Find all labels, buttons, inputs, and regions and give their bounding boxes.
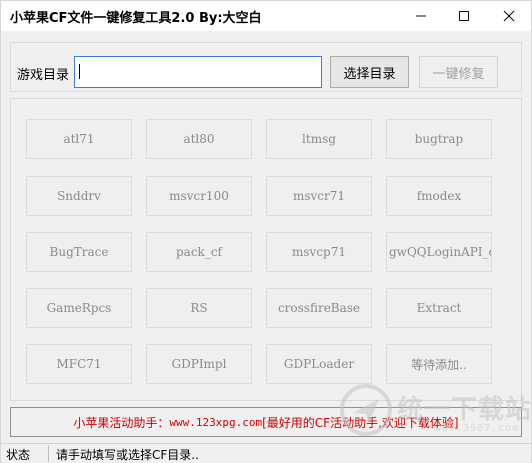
tools-group: atl71 atl80 ltmsg bugtrap Snddrv msvcr10… — [10, 98, 522, 401]
tool-button-atl80[interactable]: atl80 — [146, 119, 252, 159]
tool-button-msvcr100[interactable]: msvcr100 — [146, 176, 252, 216]
watermark-text: 统一下载站 — [397, 395, 532, 425]
tool-button-rs[interactable]: RS — [146, 288, 252, 328]
tool-button-gdploader[interactable]: GDPLoader — [266, 344, 372, 384]
promo-url: www.123xpg.com — [169, 415, 263, 429]
status-separator — [48, 446, 49, 462]
tool-button-msvcr71[interactable]: msvcr71 — [266, 176, 372, 216]
tool-button-gamerpcs[interactable]: GameRpcs — [26, 288, 132, 328]
watermark: 统一下载站 www.3987.com — [339, 381, 532, 441]
game-directory-input[interactable] — [74, 56, 322, 88]
tool-button-fmodex[interactable]: fmodex — [386, 176, 492, 216]
tool-button-gwqqloginapi[interactable]: gwQQLoginAPI_dllLi — [386, 232, 492, 272]
maximize-icon — [459, 11, 469, 21]
watermark-url: www.3987.com — [435, 423, 520, 434]
tool-button-bugtrace[interactable]: BugTrace — [26, 232, 132, 272]
tool-button-mfc71[interactable]: MFC71 — [26, 344, 132, 384]
tool-button-pending[interactable]: 等待添加.. — [386, 344, 492, 384]
minimize-icon — [416, 15, 426, 17]
status-message: 请手动填写或选择CF目录.. — [56, 448, 199, 462]
status-bar: 状态 请手动填写或选择CF目录.. — [1, 443, 531, 463]
tool-button-bugtrap[interactable]: bugtrap — [386, 119, 492, 159]
text-caret — [79, 64, 80, 79]
download-site-logo-icon — [340, 384, 392, 436]
game-directory-label: 游戏目录 — [17, 68, 70, 83]
tool-button-gdpimpl[interactable]: GDPImpl — [146, 344, 252, 384]
one-click-repair-button[interactable]: 一键修复 — [419, 56, 498, 88]
tool-button-ltmsg[interactable]: ltmsg — [266, 119, 372, 159]
tool-button-atl71[interactable]: atl71 — [26, 119, 132, 159]
window-title: 小苹果CF文件一键修复工具2.0 By:大空白 — [10, 11, 262, 26]
close-button[interactable] — [487, 1, 531, 31]
tool-button-crossfirebase[interactable]: crossfireBase — [266, 288, 372, 328]
select-directory-button[interactable]: 选择目录 — [330, 56, 409, 88]
tool-button-msvcp71[interactable]: msvcp71 — [266, 232, 372, 272]
minimize-button[interactable] — [399, 1, 443, 31]
title-bar: 小苹果CF文件一键修复工具2.0 By:大空白 — [1, 1, 531, 31]
status-label: 状态 — [6, 448, 31, 462]
maximize-button[interactable] — [442, 1, 486, 31]
tool-button-snddrv[interactable]: Snddrv — [26, 176, 132, 216]
close-icon — [503, 10, 515, 22]
app-window: 小苹果CF文件一键修复工具2.0 By:大空白 游戏目录 选择目录 一键修复 a… — [0, 0, 532, 463]
tool-button-extract[interactable]: Extract — [386, 288, 492, 328]
promo-prefix: 小苹果活动助手： — [73, 415, 170, 430]
tool-button-pack-cf[interactable]: pack_cf — [146, 232, 252, 272]
